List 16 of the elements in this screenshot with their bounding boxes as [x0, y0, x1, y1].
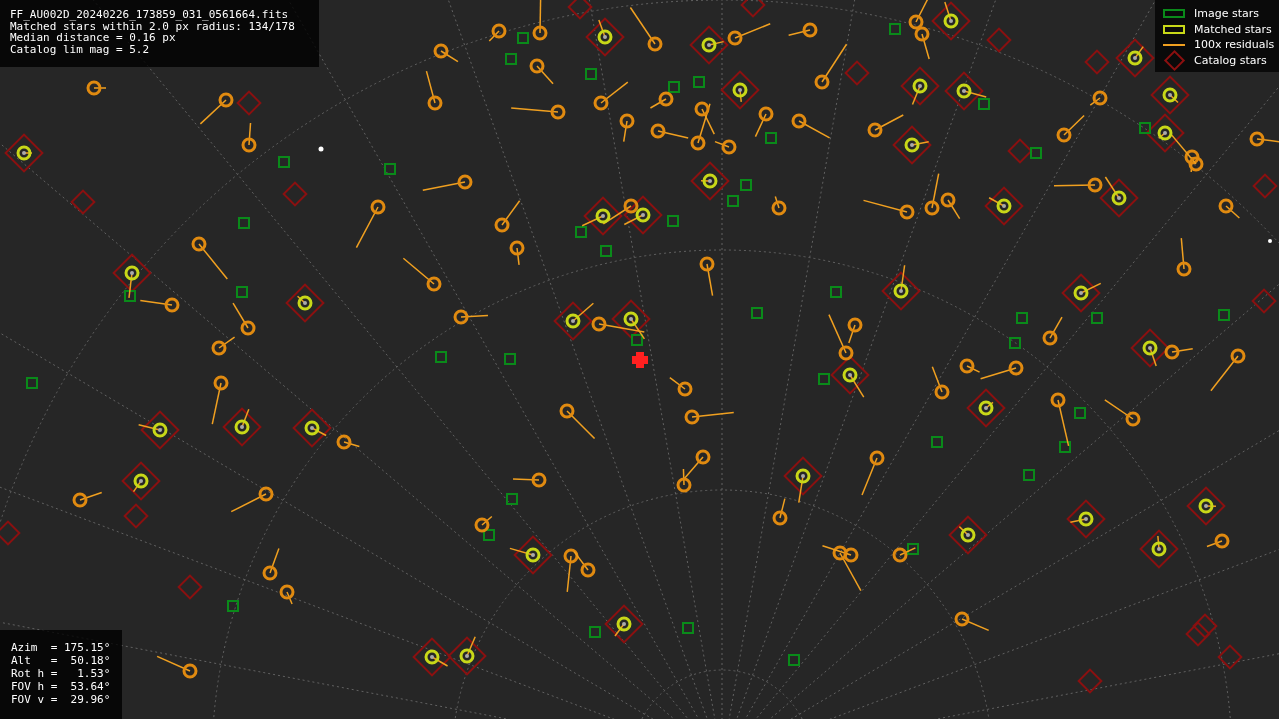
line-icon	[1163, 43, 1185, 46]
pointing-text: Azim = 175.15°	[11, 641, 112, 654]
pointing-text: FOV h = 53.64°	[11, 680, 112, 693]
pointing-text: Rot h = 1.53°	[11, 667, 112, 680]
legend-label: 100x residuals	[1194, 37, 1275, 53]
pointing-text: FOV v = 29.96°	[11, 693, 112, 706]
info-text: Catalog lim mag = 5.2	[10, 43, 151, 55]
legend-label: Matched stars	[1194, 21, 1272, 37]
info-text: FF_AU002D_20240226_173859_031_0561664.fits	[10, 9, 290, 21]
pointing-text: Alt = 50.18°	[11, 654, 112, 667]
legend-label: Image stars	[1194, 6, 1259, 22]
info-text: Matched stars within 2.0 px radius: 134/178	[10, 20, 296, 32]
rectangle-icon	[1163, 24, 1185, 34]
rectangle-icon	[1163, 9, 1185, 19]
info-text: Median distance = 0.16 px	[10, 32, 176, 44]
legend-label: Catalog stars	[1194, 52, 1267, 68]
